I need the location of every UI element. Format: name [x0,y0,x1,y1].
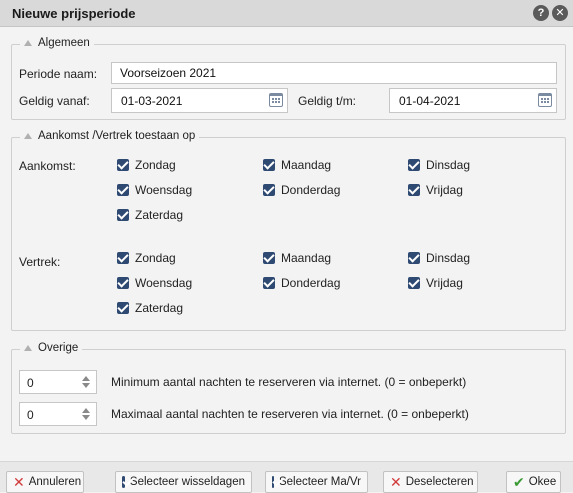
price-period-dialog: Nieuwe prijsperiode ? ✕ Algemeen Periode… [0,0,573,493]
legend-overige[interactable]: Overige [20,342,83,354]
vertrek-zondag-label: Zondag [135,251,176,265]
deselect-x-icon: ✕ [390,474,402,490]
deselect-button-label: Deselecteren [405,476,474,488]
min-nights-stepper[interactable]: 0 [19,370,97,394]
max-nights-stepper[interactable]: 0 [19,402,97,426]
collapse-arrow-icon[interactable] [24,345,32,351]
geldig-tm-label: Geldig t/m: [298,94,357,108]
vertrek-label: Vertrek: [19,255,61,269]
aankomst-checkbox-zondag[interactable]: Zondag [117,158,176,172]
vertrek-vrijdag-label: Vrijdag [426,276,463,290]
checkbox-checked-icon [263,252,275,264]
max-nights-value: 0 [27,408,34,422]
vertrek-checkbox-zaterdag[interactable]: Zaterdag [117,301,183,315]
title-bar: Nieuwe prijsperiode ? ✕ [0,0,573,27]
checkbox-checked-icon [117,252,129,264]
select-changeover-days-button[interactable]: Selecteer wisseldagen [115,471,252,493]
legend-algemeen[interactable]: Algemeen [20,37,94,49]
aankomst-label: Aankomst: [19,159,76,173]
stepper-down-icon[interactable] [82,415,90,420]
checkbox-checked-icon [272,476,274,488]
calendar-icon[interactable] [538,93,552,107]
aankomst-checkbox-vrijdag[interactable]: Vrijdag [408,183,463,197]
geldig-vanaf-field[interactable]: 01-03-2021 [111,88,288,113]
checkbox-checked-icon [408,159,420,171]
dialog-title: Nieuwe prijsperiode [12,6,136,21]
checkbox-checked-icon [117,277,129,289]
stepper-up-icon[interactable] [82,408,90,413]
help-icon[interactable]: ? [533,5,549,21]
aankomst-checkbox-donderdag[interactable]: Donderdag [263,183,340,197]
geldig-tm-field[interactable]: 01-04-2021 [389,88,557,113]
vertrek-donderdag-label: Donderdag [281,276,341,290]
checkbox-checked-icon [117,184,129,196]
checkbox-checked-icon [408,277,420,289]
checkbox-checked-icon [117,159,129,171]
checkbox-checked-icon [263,159,275,171]
vertrek-woensdag-label: Woensdag [135,276,193,290]
aankomst-maandag-label: Maandag [281,158,332,172]
vertrek-checkbox-maandag[interactable]: Maandag [263,251,331,265]
cancel-button-label: Annuleren [28,476,82,488]
aankomst-zondag-label: Zondag [135,158,176,172]
aankomst-vrijdag-label: Vrijdag [426,183,463,197]
cancel-x-icon: ✕ [13,474,25,490]
vertrek-checkbox-vrijdag[interactable]: Vrijdag [408,276,463,290]
max-nights-label: Maximaal aantal nachten te reserveren vi… [111,407,469,421]
aankomst-checkbox-woensdag[interactable]: Woensdag [117,183,192,197]
geldig-vanaf-label: Geldig vanaf: [19,94,90,108]
select-mon-fri-button[interactable]: Selecteer Ma/Vr [265,471,368,493]
aankomst-checkbox-maandag[interactable]: Maandag [263,158,331,172]
aankomst-zaterdag-label: Zaterdag [135,208,184,222]
aankomst-checkbox-dinsdag[interactable]: Dinsdag [408,158,470,172]
legend-aankomst-vertrek-label: Aankomst /Vertrek toestaan op [38,130,196,142]
checkbox-checked-icon [117,302,129,314]
stepper-up-icon[interactable] [82,376,90,381]
cancel-button[interactable]: ✕ Annuleren [6,471,84,493]
select-changeover-days-label: Selecteer wisseldagen [129,476,245,488]
legend-algemeen-label: Algemeen [38,37,90,49]
periode-naam-input[interactable]: Voorseizoen 2021 [111,62,557,84]
vertrek-checkbox-zondag[interactable]: Zondag [117,251,176,265]
legend-overige-label: Overige [38,342,79,354]
vertrek-checkbox-dinsdag[interactable]: Dinsdag [408,251,470,265]
checkbox-checked-icon [122,476,125,488]
checkbox-checked-icon [408,184,420,196]
check-icon: ✔ [513,474,525,490]
stepper-down-icon[interactable] [82,383,90,388]
min-nights-label: Minimum aantal nachten te reserveren via… [111,375,467,389]
checkbox-checked-icon [117,209,129,221]
checkbox-checked-icon [263,277,275,289]
geldig-tm-value: 01-04-2021 [399,94,461,108]
ok-button[interactable]: ✔ Okee [506,471,561,493]
aankomst-donderdag-label: Donderdag [281,183,341,197]
aankomst-checkbox-zaterdag[interactable]: Zaterdag [117,208,183,222]
ok-button-label: Okee [528,476,557,488]
vertrek-maandag-label: Maandag [281,251,332,265]
min-nights-value: 0 [27,376,34,390]
periode-naam-label: Periode naam: [19,67,98,81]
select-mon-fri-label: Selecteer Ma/Vr [278,476,361,488]
deselect-button[interactable]: ✕ Deselecteren [383,471,478,493]
vertrek-dinsdag-label: Dinsdag [426,251,471,265]
button-bar: ✕ Annuleren Selecteer wisseldagen Select… [0,461,573,493]
checkbox-checked-icon [263,184,275,196]
collapse-arrow-icon[interactable] [24,133,32,139]
vertrek-zaterdag-label: Zaterdag [135,301,184,315]
checkbox-checked-icon [408,252,420,264]
geldig-vanaf-value: 01-03-2021 [121,94,183,108]
calendar-icon[interactable] [269,93,283,107]
legend-aankomst-vertrek[interactable]: Aankomst /Vertrek toestaan op [20,130,200,142]
aankomst-woensdag-label: Woensdag [135,183,193,197]
vertrek-checkbox-woensdag[interactable]: Woensdag [117,276,192,290]
aankomst-dinsdag-label: Dinsdag [426,158,471,172]
close-icon[interactable]: ✕ [552,5,568,21]
collapse-arrow-icon[interactable] [24,40,32,46]
vertrek-checkbox-donderdag[interactable]: Donderdag [263,276,340,290]
